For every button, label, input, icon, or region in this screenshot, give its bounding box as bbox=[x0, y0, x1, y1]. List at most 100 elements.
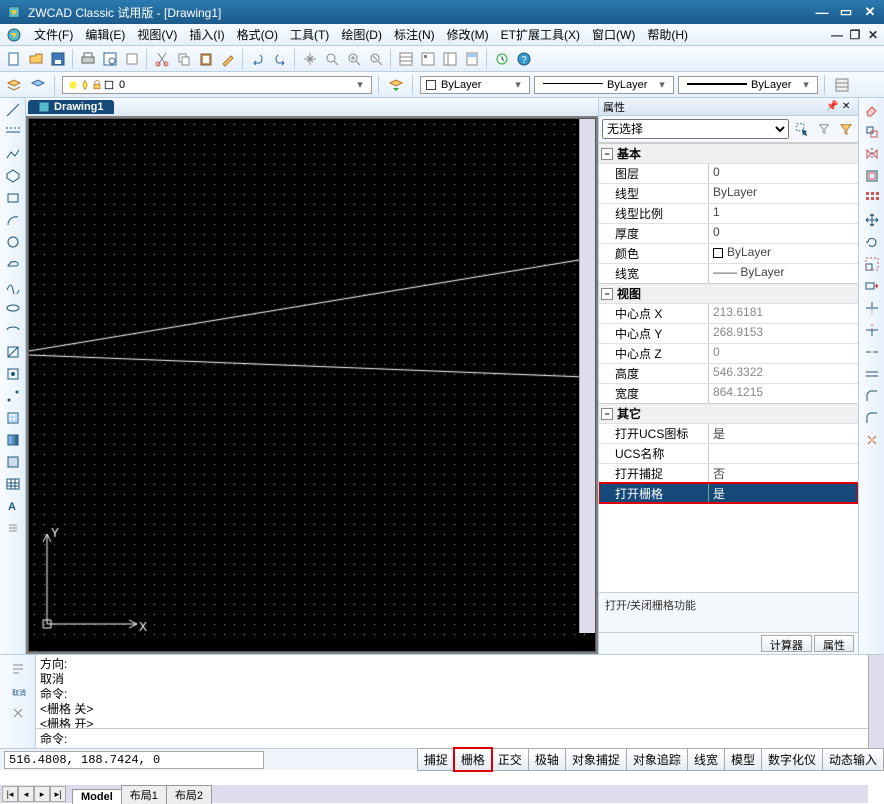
tab-prev-button[interactable]: ◂ bbox=[18, 786, 34, 802]
calculator-icon[interactable] bbox=[462, 49, 482, 69]
property-group[interactable]: −其它 bbox=[599, 403, 858, 423]
layout-tab[interactable]: 布局2 bbox=[166, 785, 212, 804]
minimize-button[interactable]: — bbox=[814, 5, 830, 19]
tab-next-button[interactable]: ▸ bbox=[34, 786, 50, 802]
property-row[interactable]: 打开栅格是 bbox=[599, 483, 858, 503]
menu-ET扩展工具(X)[interactable]: ET扩展工具(X) bbox=[495, 26, 586, 44]
fillet-icon[interactable] bbox=[862, 408, 882, 428]
property-row[interactable]: 高度546.3322 bbox=[599, 363, 858, 383]
chamfer-icon[interactable] bbox=[862, 386, 882, 406]
hatch-icon[interactable] bbox=[3, 408, 23, 428]
status-toggle-极轴[interactable]: 极轴 bbox=[528, 748, 566, 771]
gradient-icon[interactable] bbox=[3, 430, 23, 450]
design-center-icon[interactable] bbox=[418, 49, 438, 69]
property-row[interactable]: 线宽—— ByLayer bbox=[599, 263, 858, 283]
help-icon[interactable]: ? bbox=[514, 49, 534, 69]
point-icon[interactable] bbox=[3, 386, 23, 406]
menu-标注(N)[interactable]: 标注(N) bbox=[388, 26, 441, 44]
panel-close-icon[interactable]: ✕ bbox=[842, 101, 854, 113]
pin-icon[interactable]: 📌 bbox=[826, 101, 838, 113]
menu-工具(T)[interactable]: 工具(T) bbox=[284, 26, 335, 44]
property-group[interactable]: −视图 bbox=[599, 283, 858, 303]
property-row[interactable]: 颜色ByLayer bbox=[599, 243, 858, 263]
property-row[interactable]: 图层0 bbox=[599, 163, 858, 183]
color-combo[interactable]: ByLayer ▾ bbox=[420, 76, 530, 94]
properties-icon[interactable] bbox=[396, 49, 416, 69]
paste-icon[interactable] bbox=[196, 49, 216, 69]
menu-绘图(D)[interactable]: 绘图(D) bbox=[335, 26, 388, 44]
menu-格式(O)[interactable]: 格式(O) bbox=[231, 26, 284, 44]
array-icon[interactable] bbox=[862, 188, 882, 208]
status-toggle-栅格[interactable]: 栅格 bbox=[454, 748, 492, 771]
insert-block-icon[interactable] bbox=[3, 342, 23, 362]
tab-first-button[interactable]: |◂ bbox=[2, 786, 18, 802]
property-group[interactable]: −基本 bbox=[599, 143, 858, 163]
maximize-button[interactable]: ▭ bbox=[838, 5, 854, 19]
copy-obj-icon[interactable] bbox=[862, 122, 882, 142]
clean-icon[interactable] bbox=[492, 49, 512, 69]
cut-icon[interactable] bbox=[152, 49, 172, 69]
revcloud-icon[interactable] bbox=[3, 254, 23, 274]
rotate-icon[interactable] bbox=[862, 232, 882, 252]
linetype-combo[interactable]: ByLayer ▾ bbox=[534, 76, 674, 94]
explode-icon[interactable] bbox=[862, 430, 882, 450]
move-icon[interactable] bbox=[862, 210, 882, 230]
tool-palette-icon[interactable] bbox=[440, 49, 460, 69]
zoom-window-icon[interactable] bbox=[344, 49, 364, 69]
status-toggle-线宽[interactable]: 线宽 bbox=[687, 748, 725, 771]
cmd-paste-icon[interactable]: 取消 bbox=[8, 681, 28, 701]
rectangle-icon[interactable] bbox=[3, 188, 23, 208]
command-scrollbar[interactable] bbox=[868, 655, 884, 748]
pan-icon[interactable] bbox=[300, 49, 320, 69]
more-icon[interactable] bbox=[3, 518, 23, 538]
save-icon[interactable] bbox=[48, 49, 68, 69]
property-row[interactable]: 中心点 Z0 bbox=[599, 343, 858, 363]
layout-tab-model[interactable]: Model bbox=[72, 789, 122, 804]
open-icon[interactable] bbox=[26, 49, 46, 69]
table-icon[interactable] bbox=[3, 474, 23, 494]
plot-style-icon[interactable] bbox=[832, 75, 852, 95]
join-icon[interactable] bbox=[862, 364, 882, 384]
command-history[interactable]: 方向:取消命令:<栅格 关><栅格 开> bbox=[36, 655, 868, 728]
line-icon[interactable] bbox=[3, 100, 23, 120]
status-toggle-动态输入[interactable]: 动态输入 bbox=[822, 748, 884, 771]
polygon-icon[interactable] bbox=[3, 166, 23, 186]
menu-窗口(W)[interactable]: 窗口(W) bbox=[586, 26, 641, 44]
stretch-icon[interactable] bbox=[862, 276, 882, 296]
status-toggle-捕捉[interactable]: 捕捉 bbox=[417, 748, 455, 771]
layout-tab[interactable]: 布局1 bbox=[121, 785, 167, 804]
offset-icon[interactable] bbox=[862, 166, 882, 186]
erase-icon[interactable] bbox=[862, 100, 882, 120]
property-row[interactable]: 中心点 Y268.9153 bbox=[599, 323, 858, 343]
property-row[interactable]: 厚度0 bbox=[599, 223, 858, 243]
filter-icon[interactable] bbox=[837, 120, 855, 138]
mdi-minimize-button[interactable]: — bbox=[830, 28, 844, 42]
ellipse-arc-icon[interactable] bbox=[3, 320, 23, 340]
mtext-icon[interactable]: A bbox=[3, 496, 23, 516]
property-row[interactable]: UCS名称 bbox=[599, 443, 858, 463]
menu-帮助(H)[interactable]: 帮助(H) bbox=[641, 26, 694, 44]
command-line[interactable]: 命令: bbox=[36, 728, 868, 748]
document-tab-active[interactable]: Drawing1 bbox=[28, 100, 114, 114]
tab-last-button[interactable]: ▸| bbox=[50, 786, 66, 802]
copy-icon[interactable] bbox=[174, 49, 194, 69]
menu-文件(F)[interactable]: 文件(F) bbox=[28, 26, 79, 44]
pline-icon[interactable] bbox=[3, 144, 23, 164]
mdi-close-button[interactable]: ✕ bbox=[866, 28, 880, 42]
trim-icon[interactable] bbox=[862, 298, 882, 318]
layer-combo[interactable]: 0 ▾ bbox=[62, 76, 372, 94]
match-icon[interactable] bbox=[218, 49, 238, 69]
property-row[interactable]: 中心点 X213.6181 bbox=[599, 303, 858, 323]
status-toggle-正交[interactable]: 正交 bbox=[491, 748, 529, 771]
menu-编辑(E)[interactable]: 编辑(E) bbox=[79, 26, 131, 44]
drawing-canvas[interactable] bbox=[28, 118, 596, 652]
undo-icon[interactable] bbox=[248, 49, 268, 69]
spline-icon[interactable] bbox=[3, 276, 23, 296]
menu-修改(M)[interactable]: 修改(M) bbox=[441, 26, 495, 44]
cmd-recent-icon[interactable] bbox=[8, 659, 28, 679]
zoom-prev-icon[interactable] bbox=[366, 49, 386, 69]
status-toggle-对象捕捉[interactable]: 对象捕捉 bbox=[565, 748, 627, 771]
selection-combo[interactable]: 无选择 bbox=[602, 119, 789, 139]
command-input[interactable] bbox=[67, 732, 864, 746]
vertical-scrollbar[interactable] bbox=[579, 119, 595, 633]
